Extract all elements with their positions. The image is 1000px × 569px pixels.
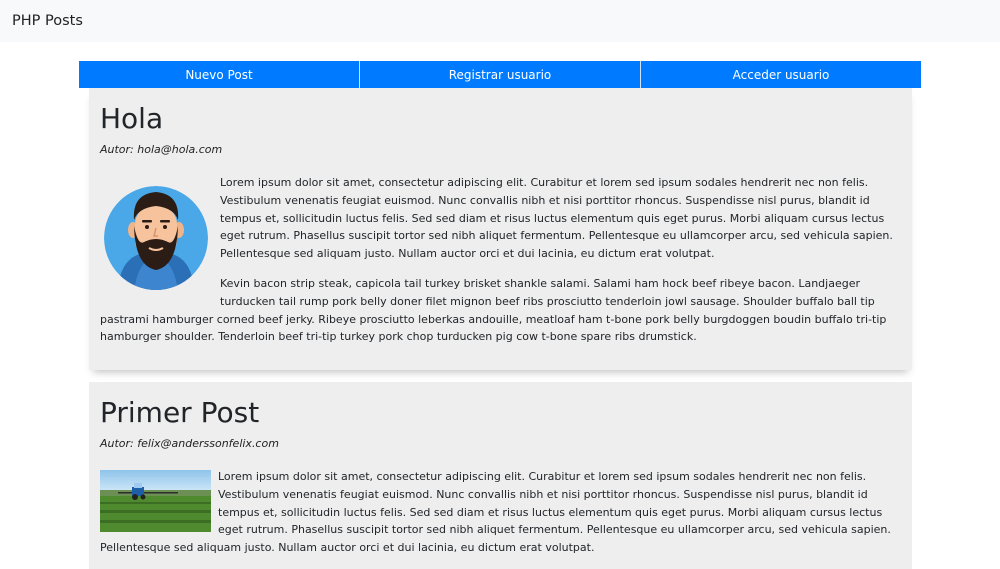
post-body: Lorem ipsum dolor sit amet, consectetur … — [100, 468, 901, 557]
brand-link[interactable]: PHP Posts — [12, 13, 83, 29]
register-user-button[interactable]: Registrar usuario — [359, 61, 640, 88]
bearded-man-avatar-image — [104, 186, 208, 290]
top-navbar: PHP Posts — [0, 0, 1000, 42]
new-post-button[interactable]: Nuevo Post — [79, 61, 359, 88]
login-user-button[interactable]: Acceder usuario — [640, 61, 921, 88]
post-body: Lorem ipsum dolor sit amet, consectetur … — [100, 174, 901, 346]
post-title: Primer Post — [100, 396, 260, 429]
post-author: Autor: felix@anderssonfelix.com — [100, 437, 279, 450]
post-paragraph: Lorem ipsum dolor sit amet, consectetur … — [100, 470, 891, 555]
post-card: Hola Autor: hola@hola.com Lorem ipsum do… — [89, 88, 912, 370]
action-button-bar: Nuevo Post Registrar usuario Acceder usu… — [79, 61, 921, 88]
post-card: Primer Post Autor: felix@anderssonfelix.… — [89, 382, 912, 569]
post-paragraph: Lorem ipsum dolor sit amet, consectetur … — [220, 176, 893, 261]
tractor-field-image — [100, 470, 211, 532]
post-title: Hola — [100, 102, 164, 135]
post-paragraph: Kevin bacon strip steak, capicola tail t… — [100, 276, 887, 344]
post-author: Autor: hola@hola.com — [100, 143, 223, 156]
